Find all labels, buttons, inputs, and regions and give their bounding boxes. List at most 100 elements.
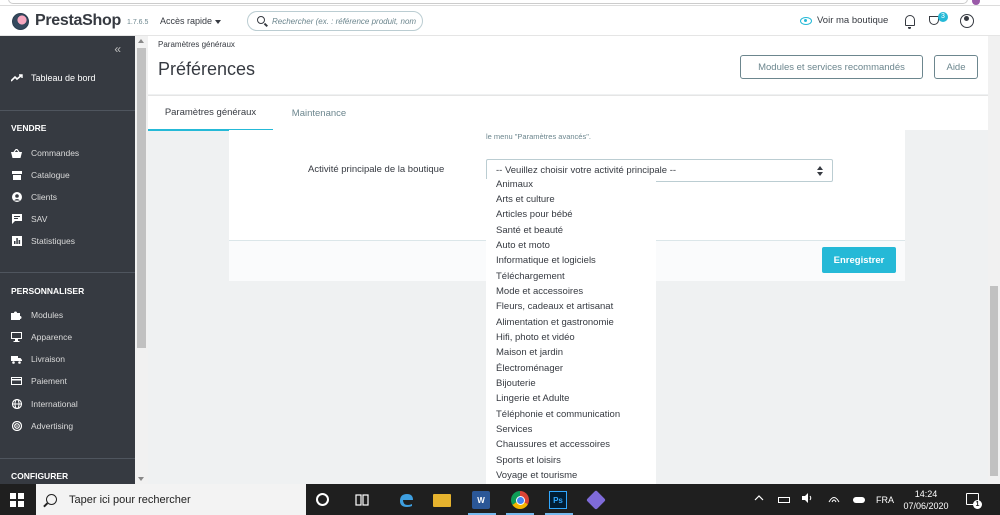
- sidebar-item-paiement[interactable]: Paiement: [11, 376, 67, 386]
- sidebar-item-commandes[interactable]: Commandes: [11, 148, 79, 158]
- globe-icon: [11, 399, 22, 409]
- sidebar-item-catalogue[interactable]: Catalogue: [11, 170, 70, 180]
- clock[interactable]: 14:24 07/06/2020: [900, 488, 952, 512]
- eye-icon: [800, 16, 812, 25]
- sidebar-item-statistiques[interactable]: Statistiques: [11, 236, 75, 246]
- quick-access-dropdown[interactable]: Accès rapide: [160, 16, 222, 26]
- dropdown-option[interactable]: Hifi, photo et vidéo: [496, 332, 575, 343]
- desktop-icon: [11, 332, 22, 342]
- scrollbar-thumb[interactable]: [137, 48, 146, 348]
- task-view-icon[interactable]: [353, 491, 371, 509]
- search-icon: [257, 16, 265, 24]
- shopping-basket-icon: [11, 148, 22, 158]
- trophy-badge: 3: [938, 12, 948, 22]
- dropdown-option[interactable]: Fleurs, cadeaux et artisanat: [496, 301, 613, 312]
- notification-badge: 1: [973, 500, 982, 509]
- dropdown-option[interactable]: Téléphonie et communication: [496, 409, 620, 420]
- sidebar-item-clients[interactable]: Clients: [11, 192, 57, 202]
- breadcrumb[interactable]: Paramètres généraux: [158, 40, 235, 49]
- battery-icon[interactable]: [778, 497, 790, 503]
- save-button[interactable]: Enregistrer: [822, 247, 896, 273]
- scrollbar-thumb[interactable]: [990, 286, 998, 476]
- dropdown-option[interactable]: Maison et jardin: [496, 347, 563, 358]
- sidebar-item-label: Catalogue: [31, 170, 70, 180]
- clock-date: 07/06/2020: [903, 501, 949, 511]
- collapse-sidebar-icon[interactable]: «: [114, 42, 121, 56]
- sidebar-item-sav[interactable]: SAV: [11, 214, 47, 224]
- prestashop-logo[interactable]: PrestaShop: [12, 12, 121, 30]
- dropdown-option[interactable]: Voyage et tourisme: [496, 470, 577, 481]
- help-button[interactable]: Aide: [934, 55, 978, 79]
- dropdown-option[interactable]: Santé et beauté: [496, 225, 563, 236]
- search-box[interactable]: [247, 11, 423, 31]
- word-icon[interactable]: W: [472, 491, 490, 509]
- sidebar-divider: [0, 110, 135, 111]
- dropdown-option[interactable]: Animaux: [496, 179, 533, 190]
- recommended-modules-button[interactable]: Modules et services recommandés: [740, 55, 923, 79]
- clock-time: 14:24: [914, 489, 938, 499]
- tab-general-settings[interactable]: Paramètres généraux: [148, 96, 273, 131]
- view-shop-link[interactable]: Voir ma boutique: [800, 15, 888, 26]
- dropdown-option[interactable]: Informatique et logiciels: [496, 255, 596, 266]
- tab-maintenance[interactable]: Maintenance: [273, 96, 365, 131]
- dropdown-option[interactable]: Bijouterie: [496, 378, 536, 389]
- dropdown-option[interactable]: Téléchargement: [496, 271, 565, 282]
- top-header: PrestaShop 1.7.6.5 Accès rapide Voir ma …: [0, 6, 1000, 36]
- page-title: Préférences: [158, 59, 256, 79]
- search-input[interactable]: [272, 14, 422, 28]
- language-indicator[interactable]: FRA: [876, 495, 894, 505]
- caret-down-icon: [215, 19, 222, 24]
- app-icon[interactable]: [586, 490, 606, 510]
- edge-browser-icon[interactable]: [397, 491, 415, 509]
- sidebar-scrollbar[interactable]: [135, 36, 148, 484]
- chrome-icon[interactable]: [511, 491, 529, 509]
- dropdown-option[interactable]: Mode et accessoires: [496, 286, 583, 297]
- dropdown-option[interactable]: Électroménager: [496, 363, 563, 374]
- photoshop-icon[interactable]: Ps: [549, 491, 567, 509]
- dropdown-option[interactable]: Auto et moto: [496, 240, 550, 251]
- wifi-icon[interactable]: [828, 493, 840, 505]
- page-header: Paramètres généraux Préférences Modules …: [148, 36, 988, 94]
- volume-icon[interactable]: [802, 493, 814, 505]
- version-label: 1.7.6.5: [127, 19, 149, 26]
- sidebar-item-livraison[interactable]: Livraison: [11, 354, 65, 364]
- account-circle-icon: [11, 192, 22, 202]
- sidebar-item-dashboard[interactable]: Tableau de bord: [11, 73, 96, 83]
- dropdown-option[interactable]: Sports et loisirs: [496, 455, 561, 466]
- dropdown-option[interactable]: Arts et culture: [496, 194, 555, 205]
- browser-address-bar-edge: [8, 0, 968, 4]
- sidebar-item-apparence[interactable]: Apparence: [11, 332, 72, 342]
- section-title-configurer: CONFIGURER: [11, 471, 69, 481]
- bar-chart-icon: [11, 236, 22, 246]
- onedrive-cloud-icon[interactable]: [853, 497, 865, 503]
- section-title-vendre: VENDRE: [11, 123, 47, 133]
- sidebar-divider: [0, 272, 135, 273]
- dropdown-option[interactable]: Services: [496, 424, 532, 435]
- chevron-up-icon[interactable]: [754, 493, 764, 503]
- sidebar-item-label: Modules: [31, 310, 64, 320]
- dropdown-option[interactable]: Alimentation et gastronomie: [496, 317, 614, 328]
- dropdown-option[interactable]: Chaussures et accessoires: [496, 439, 610, 450]
- user-account-icon[interactable]: [960, 14, 974, 28]
- file-explorer-icon[interactable]: [433, 494, 451, 507]
- dropdown-option[interactable]: Articles pour bébé: [496, 209, 573, 220]
- dropdown-option[interactable]: Lingerie et Adulte: [496, 393, 569, 404]
- page-scrollbar[interactable]: [988, 36, 1000, 484]
- windows-taskbar: Taper ici pour rechercher W Ps FRA 14:24…: [0, 484, 1000, 515]
- scroll-up-icon[interactable]: [138, 39, 144, 43]
- taskbar-search[interactable]: Taper ici pour rechercher: [36, 484, 306, 515]
- scroll-down-icon[interactable]: [138, 477, 144, 481]
- browser-profile-icon[interactable]: [972, 0, 980, 5]
- help-text: le menu "Paramètres avancés".: [486, 132, 591, 141]
- sidebar-item-advertising[interactable]: Advertising: [11, 421, 73, 431]
- truck-icon: [11, 354, 22, 364]
- section-title-personnaliser: PERSONNALISER: [11, 286, 85, 296]
- credit-card-icon: [11, 376, 22, 386]
- windows-start-icon[interactable]: [10, 493, 24, 507]
- view-shop-label: Voir ma boutique: [817, 15, 889, 26]
- sidebar-item-international[interactable]: International: [11, 399, 78, 409]
- cortana-icon[interactable]: [316, 493, 329, 506]
- sidebar-item-modules[interactable]: Modules: [11, 310, 63, 320]
- sidebar-item-label: Livraison: [31, 354, 66, 364]
- bell-icon[interactable]: [905, 15, 915, 29]
